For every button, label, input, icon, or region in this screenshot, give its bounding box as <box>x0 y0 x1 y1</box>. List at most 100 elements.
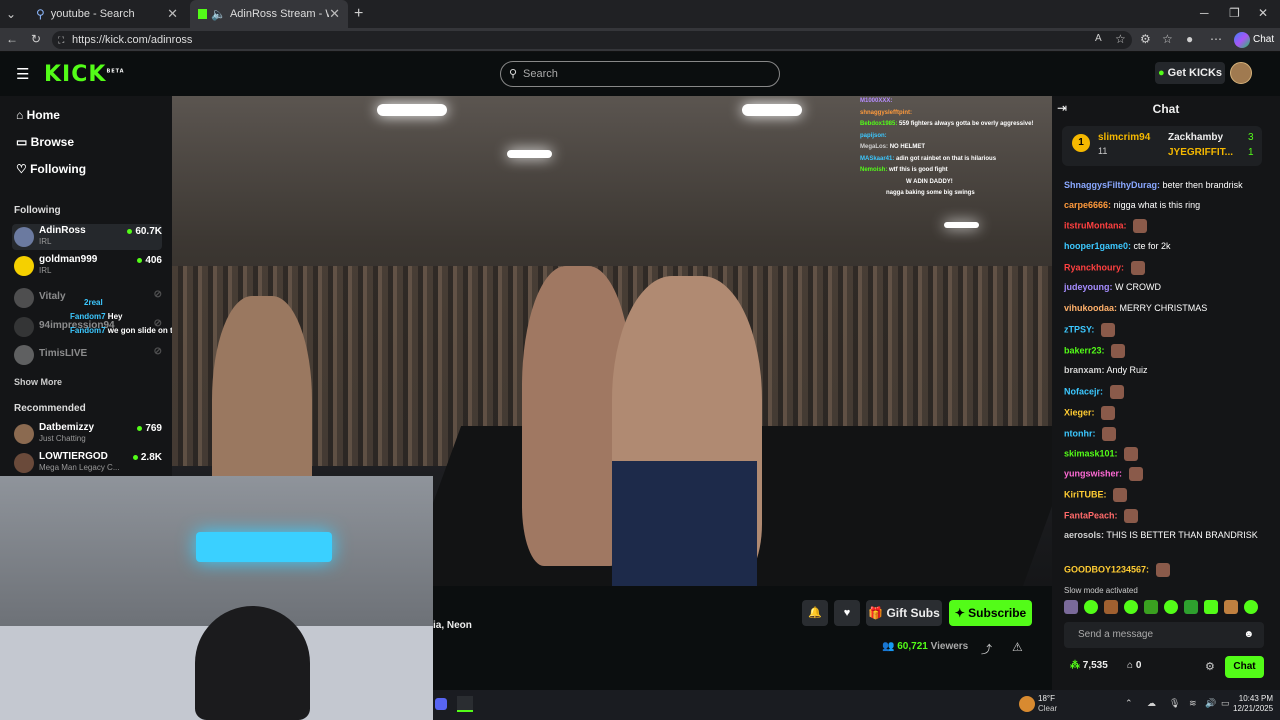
chat-username[interactable]: GOODBOY1234567: <box>1064 564 1149 574</box>
recommended-channel-datbemizzy[interactable]: Datbemizzy Just Chatting 769 <box>12 421 162 447</box>
extensions-icon[interactable]: ⚙ <box>1140 32 1151 46</box>
avatar <box>14 256 34 276</box>
notification-bell-icon[interactable]: 🔔 <box>802 600 828 626</box>
chat-username[interactable]: yungswisher: <box>1064 468 1122 478</box>
sidebar-item-browse[interactable]: ▭ Browse <box>16 135 74 149</box>
hamburger-menu-icon[interactable]: ☰ <box>16 65 29 83</box>
maximize-icon[interactable]: ❐ <box>1229 6 1240 20</box>
emote-icon[interactable] <box>1164 600 1178 614</box>
following-channel-timislive[interactable]: TimisLIVE ⊘ <box>12 342 162 368</box>
chat-username[interactable]: itstruMontana: <box>1064 220 1127 230</box>
chat-username[interactable]: aerosols: <box>1064 530 1104 540</box>
emote-icon[interactable] <box>1064 600 1078 614</box>
wifi-icon[interactable]: ≋ <box>1189 698 1197 709</box>
sidebar-item-home[interactable]: ⌂ Home <box>16 108 60 122</box>
url-field[interactable]: ⛶ https://kick.com/adinross <box>52 31 1132 49</box>
emote-icon[interactable] <box>1224 600 1238 614</box>
chat-username[interactable]: bakerr23: <box>1064 345 1105 355</box>
chat-emote-icon <box>1101 406 1116 420</box>
back-icon[interactable]: ← <box>6 32 18 46</box>
new-tab-icon[interactable]: + <box>354 5 363 23</box>
report-icon[interactable]: ⚠ <box>1012 640 1023 654</box>
speaker-icon[interactable]: 🔈 <box>211 7 226 21</box>
emote-icon[interactable] <box>1184 600 1198 614</box>
search-icon: ⚲ <box>509 68 518 80</box>
chat-username[interactable]: hooper1game0: <box>1064 241 1131 251</box>
tray-overflow-icon[interactable]: ⌃ <box>1125 698 1133 709</box>
emote-icon[interactable] <box>1124 600 1138 614</box>
microphone-icon[interactable]: 🎙 <box>1169 698 1180 709</box>
chat-username[interactable]: FantaPeach: <box>1064 510 1118 520</box>
weather-temp: 18°F <box>1038 694 1055 703</box>
chat-username[interactable]: branxam: <box>1064 365 1105 375</box>
chat-username[interactable]: Xieger: <box>1064 407 1095 417</box>
chat-username[interactable]: KiriTUBE: <box>1064 489 1107 499</box>
read-aloud-icon[interactable]: A <box>1095 33 1102 44</box>
following-channel-adinross[interactable]: AdinRoss IRL 60.7K <box>12 224 162 250</box>
weather-widget[interactable]: 18°F Clear <box>1038 694 1057 714</box>
site-info-icon[interactable]: ⛶ <box>58 31 64 49</box>
copilot-chat-label[interactable]: Chat <box>1253 34 1274 45</box>
sidebar-item-following[interactable]: ♡ Following <box>16 162 86 176</box>
copilot-icon[interactable] <box>1234 32 1250 48</box>
browser-tab-youtube[interactable]: ⚲ youtube - Search ✕ <box>28 0 186 28</box>
chat-text: beter then brandrisk <box>1162 180 1243 190</box>
recommended-channel-lowtiergod[interactable]: LOWTIERGOD Mega Man Legacy C... 2.8K <box>12 450 162 476</box>
close-icon[interactable]: ✕ <box>167 6 178 22</box>
avatar <box>14 317 34 337</box>
gift-subs-button[interactable]: 🎁 Gift Subs <box>866 600 942 626</box>
chat-username[interactable]: Nofacejr: <box>1064 386 1103 396</box>
share-icon[interactable]: ⤴ <box>981 641 992 657</box>
send-message-input[interactable]: Send a message ☻ <box>1064 622 1264 648</box>
chat-username[interactable]: zTPSY: <box>1064 324 1094 334</box>
chat-send-button[interactable]: Chat <box>1225 656 1264 678</box>
chat-username[interactable]: ntonhr: <box>1064 428 1096 438</box>
discord-app-icon[interactable] <box>435 698 447 710</box>
get-kicks-button[interactable]: ● Get KICKs <box>1155 62 1225 84</box>
emoji-icon[interactable]: ☻ <box>1243 622 1254 648</box>
refresh-icon[interactable]: ↻ <box>31 32 41 46</box>
chat-username[interactable]: ShnaggysFilthyDurag: <box>1064 180 1160 190</box>
emote-icon[interactable] <box>1244 600 1258 614</box>
favorite-star-icon[interactable]: ☆ <box>1115 32 1126 46</box>
profile-icon[interactable]: ● <box>1186 32 1193 46</box>
kick-logo[interactable]: KICKBETA <box>44 62 125 87</box>
subscribe-button[interactable]: ✦ Subscribe <box>949 600 1032 626</box>
overlay-chat-text: Hey <box>107 312 123 321</box>
more-menu-icon[interactable]: ⋯ <box>1210 32 1222 46</box>
chat-text: cte for 2k <box>1133 241 1171 251</box>
emote-icon[interactable] <box>1104 600 1118 614</box>
chat-settings-icon[interactable]: ⚙ <box>1205 660 1215 673</box>
live-dot-icon <box>127 228 133 234</box>
battery-icon[interactable]: ▭ <box>1221 698 1230 709</box>
following-channel-goldman999[interactable]: goldman999 IRL 406 <box>12 253 162 279</box>
gifter-count: 1 <box>1248 147 1254 158</box>
gifter-name: JYEGRIFFIT... <box>1168 147 1234 158</box>
tab-list-icon[interactable]: ⌄ <box>6 7 16 21</box>
volume-icon[interactable]: 🔊 <box>1205 698 1216 709</box>
minimize-icon[interactable]: ─ <box>1200 6 1209 20</box>
emote-icon[interactable] <box>1204 600 1218 614</box>
chat-username[interactable]: judeyoung: <box>1064 282 1113 292</box>
chat-username[interactable]: skimask101: <box>1064 448 1118 458</box>
tray-app-icon[interactable]: ☁ <box>1147 698 1156 709</box>
user-avatar[interactable] <box>1230 62 1252 84</box>
window-close-icon[interactable]: ✕ <box>1258 6 1268 20</box>
chat-message: bakerr23: <box>1064 344 1264 358</box>
chat-username[interactable]: Ryanckhoury: <box>1064 262 1124 272</box>
clock[interactable]: 10:43 PM 12/21/2025 <box>1233 694 1273 714</box>
browser-tab-kick[interactable]: 🔈 AdinRoss Stream - Watch Live ✕ <box>190 0 348 28</box>
browser-app-icon[interactable] <box>457 696 473 712</box>
chat-username[interactable]: carpe6666: <box>1064 200 1111 210</box>
search-input[interactable]: ⚲ Search <box>500 61 780 87</box>
chat-emote-icon <box>1128 467 1143 481</box>
emote-icon[interactable] <box>1084 600 1098 614</box>
store-count[interactable]: ⌂ 0 <box>1127 660 1141 671</box>
close-icon[interactable]: ✕ <box>329 6 340 22</box>
emote-icon[interactable] <box>1144 600 1158 614</box>
channel-points[interactable]: ⁂ 7,535 <box>1070 660 1108 671</box>
chat-username[interactable]: vihukoodaa: <box>1064 303 1117 313</box>
show-more-link[interactable]: Show More <box>14 377 62 387</box>
follow-heart-icon[interactable]: ♥ <box>834 600 860 626</box>
favorites-icon[interactable]: ☆ <box>1162 32 1173 46</box>
